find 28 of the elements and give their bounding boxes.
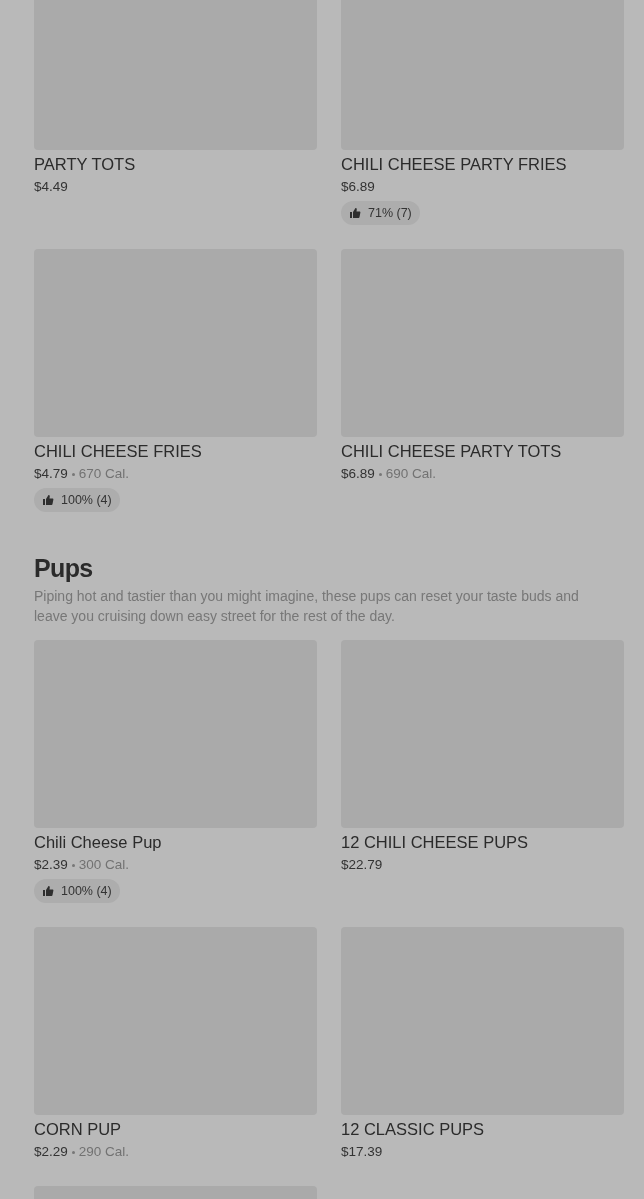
rating-text: 100% (4)	[61, 882, 112, 900]
thumbs-up-icon	[349, 207, 361, 219]
rating-text: 71% (7)	[368, 204, 412, 222]
item-calories: 290 Cal.	[78, 1143, 130, 1161]
section-description: Piping hot and tastier than you might imagine, these pups can reset your taste buds and leave you cruising down easy street for the rest of the day.	[34, 587, 580, 626]
item-calories: 690 Cal.	[385, 465, 437, 483]
item-calories: 300 Cal.	[78, 856, 130, 874]
rating-text: 100% (4)	[61, 491, 112, 509]
item-price: $2.29	[34, 1143, 68, 1161]
item-price: $4.49	[34, 178, 68, 196]
item-name[interactable]: 12 CLASSIC PUPS	[341, 1118, 624, 1140]
item-price: $4.79	[34, 465, 68, 483]
item-name[interactable]: CORN PUP	[34, 1118, 317, 1140]
thumbs-up-icon	[42, 885, 54, 897]
item-name[interactable]: 12 CHILI CHEESE PUPS	[341, 831, 624, 853]
item-name[interactable]: CHILI CHEESE PARTY FRIES	[341, 153, 624, 175]
item-price: $2.39	[34, 856, 68, 874]
item-name[interactable]: PARTY TOTS	[34, 153, 317, 175]
item-name[interactable]: Chili Cheese Pup	[34, 831, 317, 853]
item-price: $17.39	[341, 1143, 383, 1161]
item-name[interactable]: CHILI CHEESE PARTY TOTS	[341, 440, 624, 462]
item-calories: 670 Cal.	[78, 465, 130, 483]
item-price: $6.89	[341, 465, 375, 483]
item-name[interactable]: CHILI CHEESE FRIES	[34, 440, 317, 462]
thumbs-up-icon	[42, 494, 54, 506]
item-price: $6.89	[341, 178, 375, 196]
section-title: Pups	[34, 553, 94, 584]
item-price: $22.79	[341, 856, 383, 874]
